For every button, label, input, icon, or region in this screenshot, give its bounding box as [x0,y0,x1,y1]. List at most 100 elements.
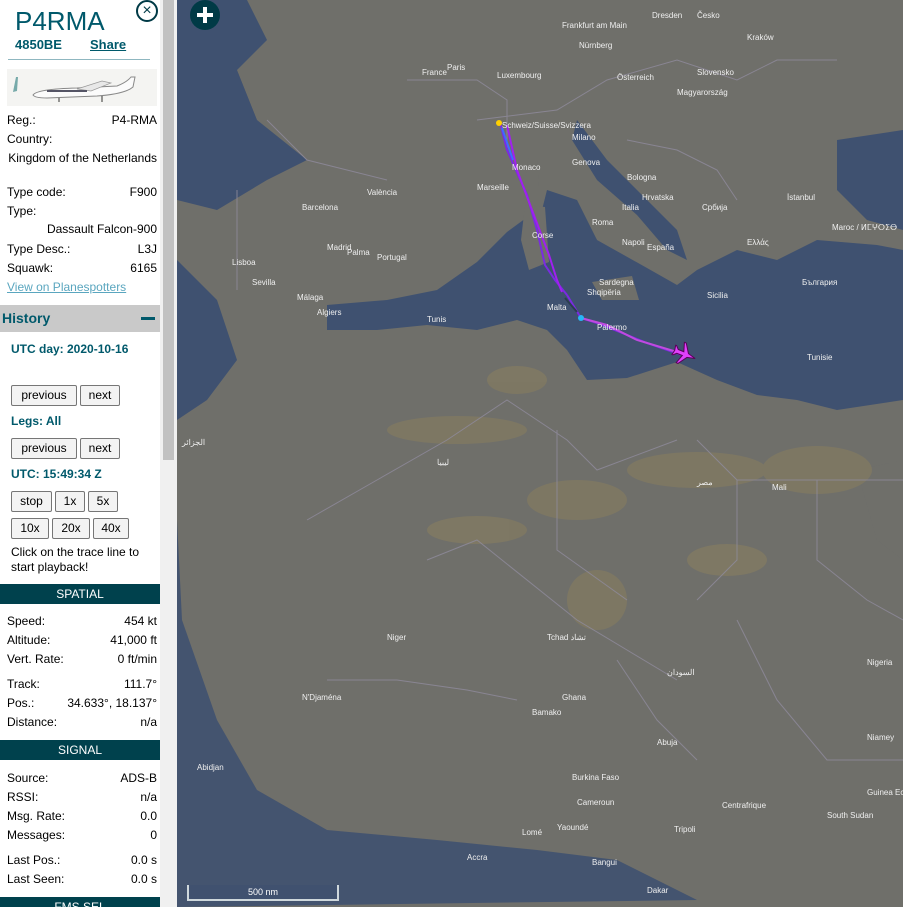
signal-header: SIGNAL [0,740,160,760]
speed-10x-button[interactable]: 10x [11,518,49,539]
leg-previous-button[interactable]: previous [11,438,77,459]
map-label: Ghana [562,693,587,702]
map-label: Tunis [427,315,446,324]
map-label: Guinea Ecuatorial [867,788,903,797]
vert-rate-value: 0 ft/min [117,652,157,666]
map-label: Roma [592,218,614,227]
speed-5x-button[interactable]: 5x [88,491,118,512]
map-label: Tunisie [807,353,833,362]
msg-rate-value: 0.0 [140,809,157,823]
track-label: Track: [7,677,40,691]
map-label: България [802,278,837,287]
map-label: ليبيا [437,458,449,467]
icao-hex: 4850BE [15,37,62,52]
altitude-value: 41,000 ft [110,633,157,647]
map-label: Sardegna [599,278,634,287]
map-label: Barcelona [302,203,339,212]
day-previous-button[interactable]: previous [11,385,77,406]
map-label: Bologna [627,173,657,182]
map-label: Marseille [477,183,510,192]
last-pos-value: 0.0 s [130,853,157,867]
map-view[interactable]: France Paris Luxembourg Frankfurt am Main Nü… [177,0,903,907]
map-label: Schweiz/Suisse/Svizzera [502,121,591,130]
leg-next-button[interactable]: next [80,438,120,459]
map-label: Dresden [652,11,682,20]
spatial-header: SPATIAL [0,584,160,604]
stop-button[interactable]: stop [11,491,52,512]
map-label: Maroc / ⵍⵎⵖⵔⵉⴱ [832,223,897,232]
close-icon[interactable]: × [136,0,158,22]
mediterranean-sea [327,200,903,410]
minus-icon[interactable] [141,317,155,320]
type-code-value: F900 [129,185,157,199]
speed-1x-button[interactable]: 1x [55,491,85,512]
map-label: Burkina Faso [572,773,620,782]
country-borders [236,59,903,761]
type-code-label: Type code: [7,185,66,199]
map-label: Česko [697,11,720,20]
map-label: Corse [532,231,554,240]
messages-label: Messages: [7,828,66,842]
map-label: Sicilia [707,291,728,300]
last-pos-label: Last Pos.: [7,853,61,867]
callsign-title: P4RMA [15,6,105,36]
map-label: Paris [447,63,465,72]
speed-value: 454 kt [124,614,157,628]
map-label: Centrafrique [722,801,767,810]
map-label: Cameroun [577,798,614,807]
map-label: Palermo [597,323,627,332]
desert-shading [387,366,872,630]
speed-label: Speed: [7,614,46,628]
map-label: Lomé [522,828,543,837]
map-label: Genova [572,158,601,167]
share-link[interactable]: Share [90,37,126,52]
speed-20x-button[interactable]: 20x [52,518,90,539]
planespotters-link[interactable]: View on Planespotters [7,280,126,294]
atlantic-sea-south [177,260,237,420]
scale-label: 500 nm [247,887,279,897]
map-label: Nürnberg [579,41,612,50]
map-label: Portugal [377,253,407,262]
map-label: Österreich [617,73,654,82]
map-label: France [422,68,447,77]
map-label: الجزائر [181,438,205,447]
map-label: مصر [696,478,713,487]
speed-40x-button[interactable]: 40x [93,518,129,539]
reg-label: Reg.: [7,113,36,127]
source-label: Source: [7,771,49,785]
map-label: Bamako [532,708,562,717]
rssi-value: n/a [140,790,157,804]
fms-header: FMS SEL [0,897,160,907]
aircraft-photo-icon [7,69,157,106]
reg-value: P4-RMA [111,113,157,127]
map-label: Palma [347,248,370,257]
map-label: Málaga [297,293,324,302]
playback-note: Click on the trace line to start playbac… [11,545,140,574]
map-canvas[interactable]: FranceParis Luxembourg Frankfurt am Main Nü… [177,0,903,907]
atlantic-sea [177,0,307,210]
map-label: İstanbul [787,193,815,202]
utc-time: UTC: 15:49:34 Z [11,467,102,481]
zoom-in-button[interactable] [190,0,220,30]
map-label: Sevilla [252,278,276,287]
plus-icon [197,7,213,23]
map-label: España [647,243,675,252]
squawk-label: Squawk: [7,261,54,275]
atlantic-sea-west [177,520,697,907]
map-label: Niger [387,633,406,642]
history-header[interactable]: History [0,305,160,332]
map-label: Tchad تشاد [547,633,586,642]
map-label: N'Djaména [302,693,342,702]
map-label: Mali [772,483,787,492]
map-label: Italia [622,203,639,212]
map-label: Hrvatska [642,193,674,202]
day-next-button[interactable]: next [80,385,120,406]
pos-value: 34.633°, 18.137° [67,696,157,710]
type-label: Type: [7,204,37,218]
divider [8,59,150,60]
map-label: Monaco [512,163,541,172]
aircraft-thumbnail[interactable] [7,69,157,106]
map-label: South Sudan [827,811,873,820]
scrollbar-thumb[interactable] [163,0,174,460]
map-label: Magyarország [677,88,728,97]
